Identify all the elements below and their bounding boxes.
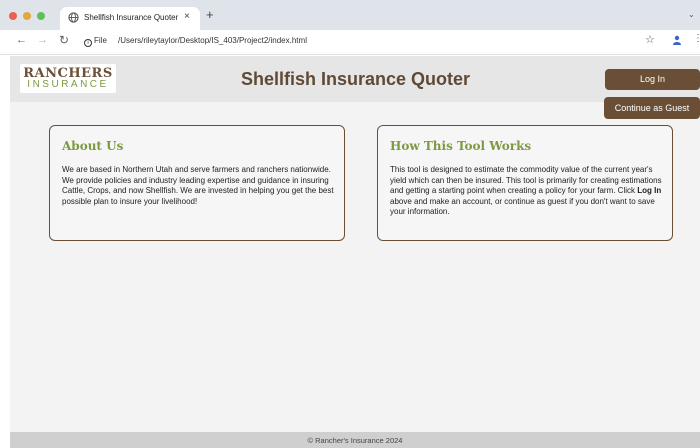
- page-viewport: RANCHERS INSURANCE Shellfish Insurance Q…: [10, 56, 700, 448]
- browser-tab[interactable]: Shellfish Insurance Quoter ×: [60, 7, 200, 30]
- how-text-login-emphasis: Log In: [637, 186, 662, 195]
- about-us-heading: About Us: [62, 139, 124, 153]
- browser-toolbar: ← → ↻ i File /Users/rileytaylor/Desktop/I…: [0, 30, 700, 55]
- maximize-window-button[interactable]: [37, 12, 45, 20]
- ranchers-insurance-logo: RANCHERS INSURANCE: [20, 64, 116, 93]
- close-window-button[interactable]: [9, 12, 17, 20]
- tab-title: Shellfish Insurance Quoter: [84, 13, 179, 22]
- tab-search-icon[interactable]: ⌄: [688, 10, 695, 19]
- globe-icon: [68, 12, 79, 23]
- info-icon: i: [84, 39, 92, 47]
- how-tool-works-card: How This Tool Works This tool is designe…: [377, 125, 673, 241]
- how-text-part-1: This tool is designed to estimate the co…: [390, 165, 662, 195]
- profile-icon[interactable]: [672, 35, 682, 45]
- site-header: RANCHERS INSURANCE Shellfish Insurance Q…: [10, 56, 700, 102]
- how-text-part-2: above and make an account, or continue a…: [390, 196, 655, 217]
- site-footer: © Rancher's Insurance 2024: [10, 432, 700, 448]
- logo-bottom-text: INSURANCE: [27, 79, 109, 90]
- new-tab-icon[interactable]: +: [206, 7, 214, 22]
- close-tab-icon[interactable]: ×: [184, 11, 190, 22]
- url-text[interactable]: /Users/rileytaylor/Desktop/IS_403/Projec…: [118, 36, 307, 45]
- minimize-window-button[interactable]: [23, 12, 31, 20]
- site-info-chip[interactable]: i File: [84, 36, 107, 47]
- continue-as-guest-button[interactable]: Continue as Guest: [604, 97, 700, 119]
- browser-tab-strip: Shellfish Insurance Quoter × + ⌄: [0, 0, 700, 30]
- how-tool-works-text: This tool is designed to estimate the co…: [390, 165, 662, 218]
- about-us-text: We are based in Northern Utah and serve …: [62, 165, 334, 206]
- back-arrow-icon[interactable]: ←: [16, 34, 27, 46]
- forward-arrow-icon[interactable]: →: [37, 34, 48, 46]
- log-in-button[interactable]: Log In: [605, 69, 700, 90]
- about-us-card: About Us We are based in Northern Utah a…: [49, 125, 345, 241]
- reload-icon[interactable]: ↻: [59, 33, 69, 47]
- kebab-menu-icon[interactable]: ⋮: [693, 33, 700, 44]
- star-icon[interactable]: ☆: [645, 33, 655, 46]
- address-bar[interactable]: i File /Users/rileytaylor/Desktop/IS_403/…: [80, 33, 676, 52]
- file-label: File: [94, 36, 107, 45]
- how-tool-works-heading: How This Tool Works: [390, 139, 532, 153]
- page-title: Shellfish Insurance Quoter: [241, 69, 471, 89]
